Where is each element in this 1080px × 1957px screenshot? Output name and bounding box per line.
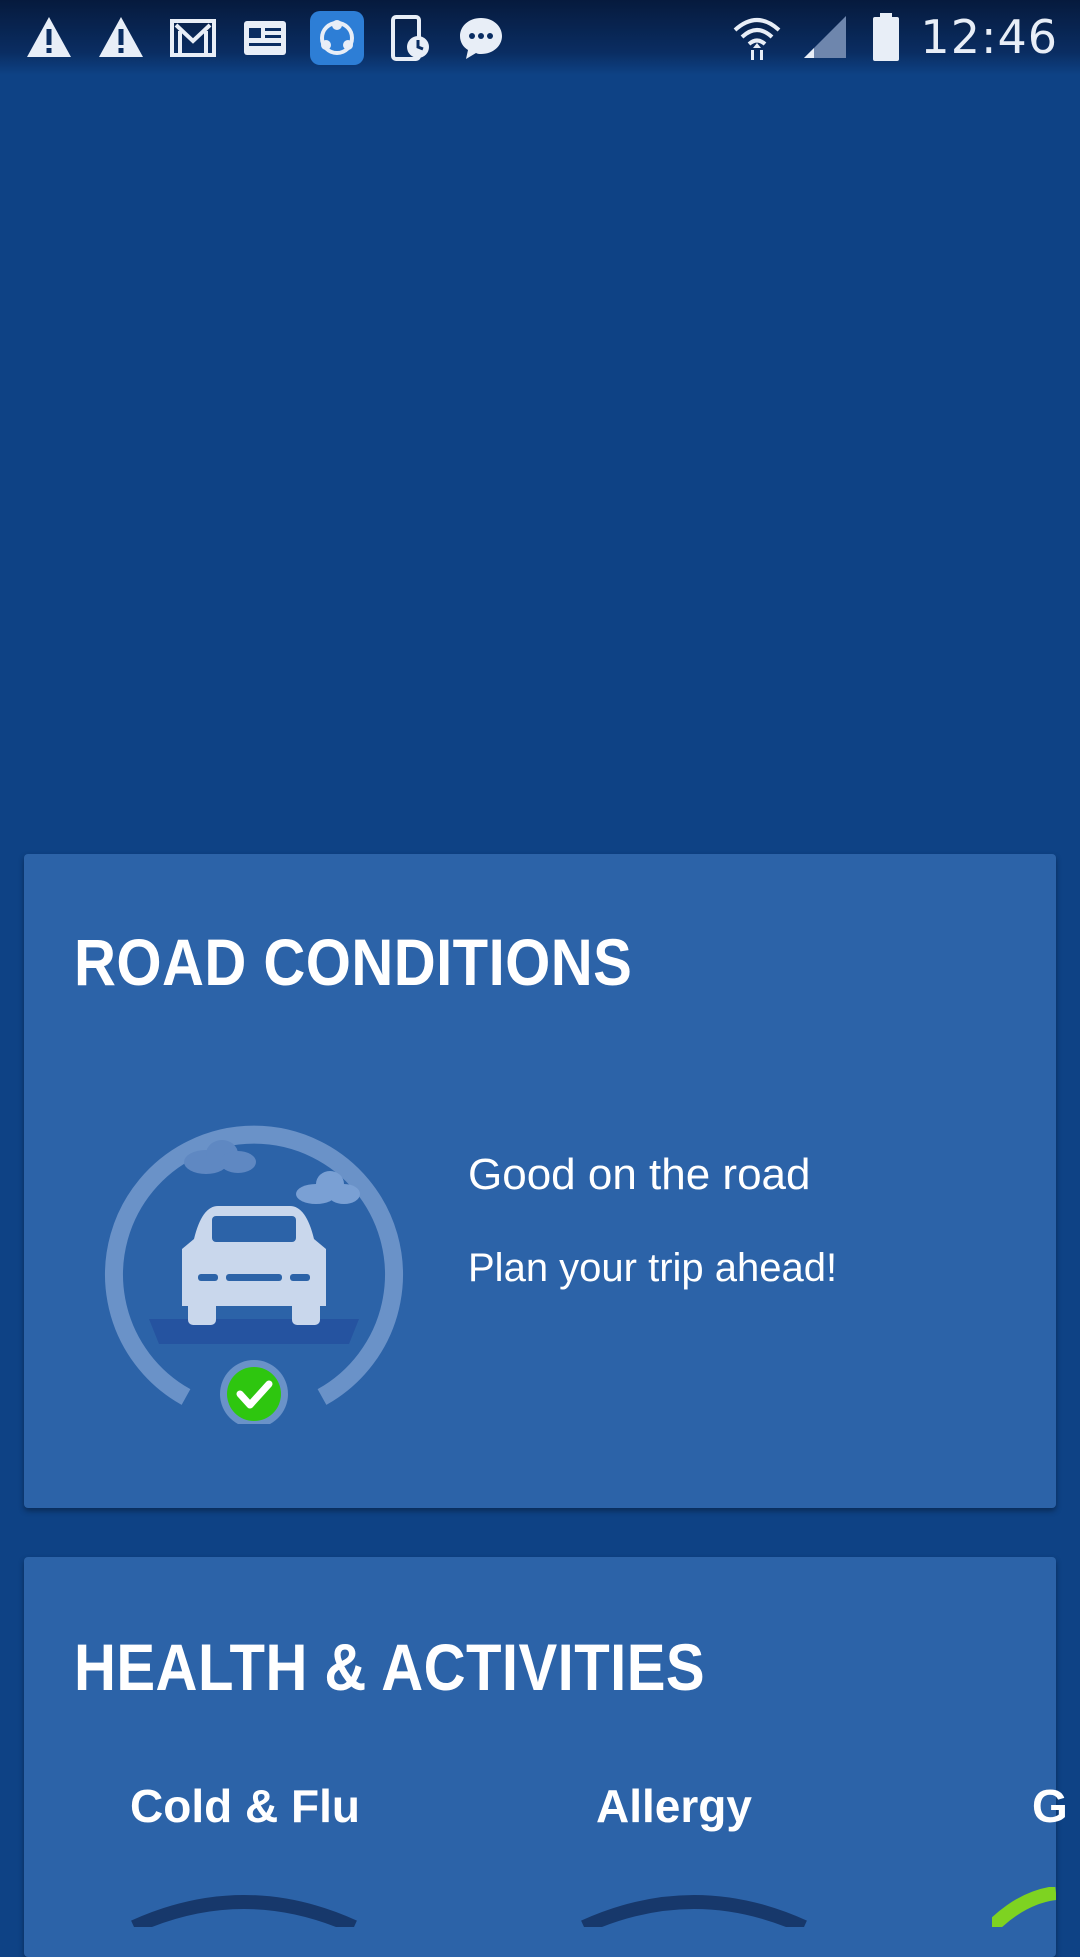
battery-icon <box>866 10 906 64</box>
activity-item-allergy[interactable]: Allergy <box>596 1779 752 1833</box>
road-gauge <box>94 1094 414 1428</box>
health-activities-title: HEALTH & ACTIVITIES <box>74 1630 706 1704</box>
news-icon <box>238 11 292 65</box>
allergy-gauge <box>581 1895 807 1927</box>
signal-icon <box>798 10 852 64</box>
clock-time: 12:46 <box>920 10 1058 64</box>
notification-icons <box>22 10 508 66</box>
partial-gauge <box>992 1887 1056 1927</box>
status-bar: 12:46 <box>0 0 1080 75</box>
activity-item-cold-flu[interactable]: Cold & Flu <box>130 1779 360 1833</box>
share-app-icon <box>310 11 364 65</box>
warning-icon <box>22 11 76 65</box>
car-icon <box>182 1206 326 1325</box>
road-subtitle-text: Plan your trip ahead! <box>468 1246 838 1290</box>
wifi-icon <box>730 10 784 64</box>
device-clock-icon <box>382 11 436 65</box>
gmail-icon <box>166 11 220 65</box>
check-icon <box>220 1360 288 1428</box>
cold-flu-gauge <box>131 1895 357 1927</box>
chat-bubble-icon <box>454 11 508 65</box>
system-icons: 12:46 <box>730 8 1058 66</box>
road-conditions-card[interactable]: ROAD CONDITIONS Good on the road Plan yo… <box>24 854 1056 1508</box>
health-activities-card[interactable]: HEALTH & ACTIVITIES Cold & Flu Allergy G <box>24 1557 1068 1957</box>
warning-icon <box>94 11 148 65</box>
road-conditions-title: ROAD CONDITIONS <box>74 925 633 999</box>
road-status-text: Good on the road <box>468 1150 811 1199</box>
activity-item-partial[interactable]: G <box>1032 1779 1068 1833</box>
